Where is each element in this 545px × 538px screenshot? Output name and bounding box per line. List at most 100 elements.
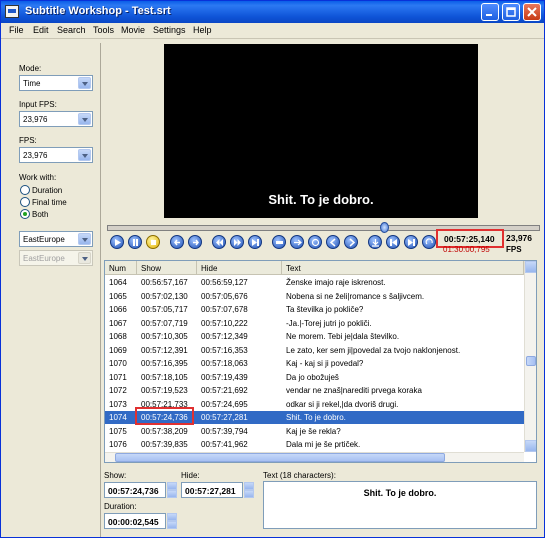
- seek-thumb[interactable]: [379, 222, 389, 233]
- scroll-thumb[interactable]: [526, 356, 536, 366]
- horizontal-scrollbar[interactable]: [105, 452, 524, 462]
- cell-hide: 00:57:19,439: [201, 372, 248, 382]
- next-frame-button[interactable]: [248, 235, 262, 249]
- set-start-button[interactable]: [272, 235, 286, 249]
- show-spinner[interactable]: [167, 482, 177, 498]
- column-show[interactable]: Show: [137, 261, 197, 275]
- table-row[interactable]: 1069 00:57:12,391 00:57:16,353 Le zato, ker…: [105, 344, 524, 357]
- table-row[interactable]: 1068 00:57:10,305 00:57:12,349 Ne morem. Te…: [105, 330, 524, 343]
- cell-show: 00:57:16,395: [141, 359, 188, 368]
- menu-tools[interactable]: Tools: [93, 25, 114, 35]
- mode-select[interactable]: Time: [19, 75, 93, 91]
- cell-show: 00:57:07,719: [141, 318, 188, 328]
- previous-icon: [390, 239, 397, 246]
- fast-forward-button[interactable]: [230, 235, 244, 249]
- cell-num: 1065: [109, 291, 127, 301]
- cell-hide: 00:57:16,353: [201, 345, 248, 355]
- encoding-select[interactable]: EastEurope: [19, 231, 93, 247]
- cell-num: 1064: [109, 278, 127, 287]
- encoding2-value: EastEurope: [23, 254, 65, 263]
- radio-duration[interactable]: [20, 185, 30, 195]
- rewind-button[interactable]: [212, 235, 226, 249]
- menu-search[interactable]: Search: [57, 25, 86, 35]
- duration-spinner[interactable]: [167, 513, 177, 529]
- subtitle-text-editor[interactable]: Shit. To je dobro.: [263, 481, 537, 529]
- sync-forward-button[interactable]: [344, 235, 358, 249]
- vertical-scrollbar[interactable]: [524, 261, 536, 452]
- next-subtitle-button[interactable]: [404, 235, 418, 249]
- video-preview[interactable]: Shit. To je dobro.: [164, 44, 478, 218]
- cell-hide: 00:57:41,962: [201, 440, 248, 449]
- table-row[interactable]: 1067 00:57:07,719 00:57:10,222 -Ja.|-Torej …: [105, 317, 524, 330]
- set-end-button[interactable]: [290, 235, 304, 249]
- table-row[interactable]: 1076 00:57:39,835 00:57:41,962 Dala mi je š…: [105, 438, 524, 451]
- chevron-down-icon[interactable]: [78, 113, 91, 125]
- column-hide[interactable]: Hide: [197, 261, 282, 275]
- spin-up-icon[interactable]: [167, 482, 177, 490]
- cell-hide: 00:57:27,281: [201, 413, 248, 422]
- spin-up-icon[interactable]: [244, 482, 254, 490]
- total-time: 01:30:00,795: [443, 245, 490, 254]
- arrow-right-icon: [193, 239, 199, 246]
- stop-button[interactable]: [146, 235, 160, 249]
- hide-field[interactable]: 00:57:27,281: [181, 482, 243, 498]
- table-row[interactable]: 1070 00:57:16,395 00:57:18,063 Kaj - kaj si…: [105, 357, 524, 370]
- table-row[interactable]: 1075 00:57:38,209 00:57:39,794 Kaj je še re…: [105, 425, 524, 438]
- show-value: 00:57:24,736: [108, 486, 159, 496]
- menu-edit[interactable]: Edit: [33, 25, 49, 35]
- cell-text: Ta številka jo pokliče?: [286, 305, 364, 314]
- spin-up-icon[interactable]: [167, 513, 177, 521]
- hscroll-thumb[interactable]: [115, 453, 445, 462]
- title-bar[interactable]: Subtitle Workshop - Test.srt: [1, 1, 544, 23]
- duration-field[interactable]: 00:00:02,545: [104, 513, 166, 529]
- menu-file[interactable]: File: [9, 25, 24, 35]
- scroll-up-button[interactable]: [525, 261, 536, 273]
- fps-select[interactable]: 23,976: [19, 147, 93, 163]
- start-sync-button[interactable]: [308, 235, 322, 249]
- chevron-down-icon[interactable]: [78, 77, 91, 89]
- table-row[interactable]: 1065 00:57:02,130 00:57:05,676 Nobena si ne…: [105, 290, 524, 303]
- subtitle-list[interactable]: Num Show Hide Text 1064 00:56:57,167 00:56…: [104, 260, 537, 463]
- play-button[interactable]: [110, 235, 124, 249]
- hide-spinner[interactable]: [244, 482, 254, 498]
- cell-show: 00:57:05,717: [141, 305, 188, 314]
- download-button[interactable]: [368, 235, 382, 249]
- spin-down-icon[interactable]: [167, 490, 177, 498]
- chevron-down-icon[interactable]: [78, 233, 91, 245]
- show-field[interactable]: 00:57:24,736: [104, 482, 166, 498]
- close-button[interactable]: [523, 3, 541, 21]
- current-time: 00:57:25,140: [444, 234, 495, 244]
- maximize-button[interactable]: [502, 3, 520, 21]
- cell-show: 00:57:12,391: [141, 345, 188, 355]
- menu-movie[interactable]: Movie: [121, 25, 145, 35]
- scroll-down-button[interactable]: [525, 440, 536, 452]
- input-fps-select[interactable]: 23,976: [19, 111, 93, 127]
- table-row[interactable]: 1072 00:57:19,523 00:57:21,692 vendar ne zn…: [105, 384, 524, 397]
- table-row[interactable]: 1066 00:57:05,717 00:57:07,678 Ta številka …: [105, 303, 524, 316]
- radio-duration-label: Duration: [32, 186, 63, 195]
- show-highlight-box: [135, 407, 194, 425]
- chevron-down-icon[interactable]: [78, 149, 91, 161]
- column-text[interactable]: Text: [282, 261, 524, 275]
- table-row[interactable]: 1071 00:57:18,105 00:57:19,439 Da jo obožuj…: [105, 371, 524, 384]
- cell-show: 00:57:02,130: [141, 291, 188, 301]
- table-row[interactable]: 1064 00:56:57,167 00:56:59,127 Ženske imajo…: [105, 276, 524, 289]
- menu-help[interactable]: Help: [193, 25, 212, 35]
- menu-settings[interactable]: Settings: [153, 25, 186, 35]
- radio-final-time[interactable]: [20, 197, 30, 207]
- minimize-button[interactable]: [481, 3, 499, 21]
- radio-both[interactable]: [20, 209, 30, 219]
- back-button[interactable]: [170, 235, 184, 249]
- maximize-icon: [506, 7, 516, 17]
- spin-down-icon[interactable]: [244, 490, 254, 498]
- repeat-button[interactable]: [422, 235, 436, 249]
- cell-hide: 00:57:10,222: [201, 318, 248, 328]
- window-title: Subtitle Workshop - Test.srt: [25, 5, 171, 17]
- forward-button[interactable]: [188, 235, 202, 249]
- previous-subtitle-button[interactable]: [386, 235, 400, 249]
- pause-button[interactable]: [128, 235, 142, 249]
- close-icon: [527, 7, 537, 17]
- sync-back-button[interactable]: [326, 235, 340, 249]
- spin-down-icon[interactable]: [167, 521, 177, 529]
- column-num[interactable]: Num: [105, 261, 137, 275]
